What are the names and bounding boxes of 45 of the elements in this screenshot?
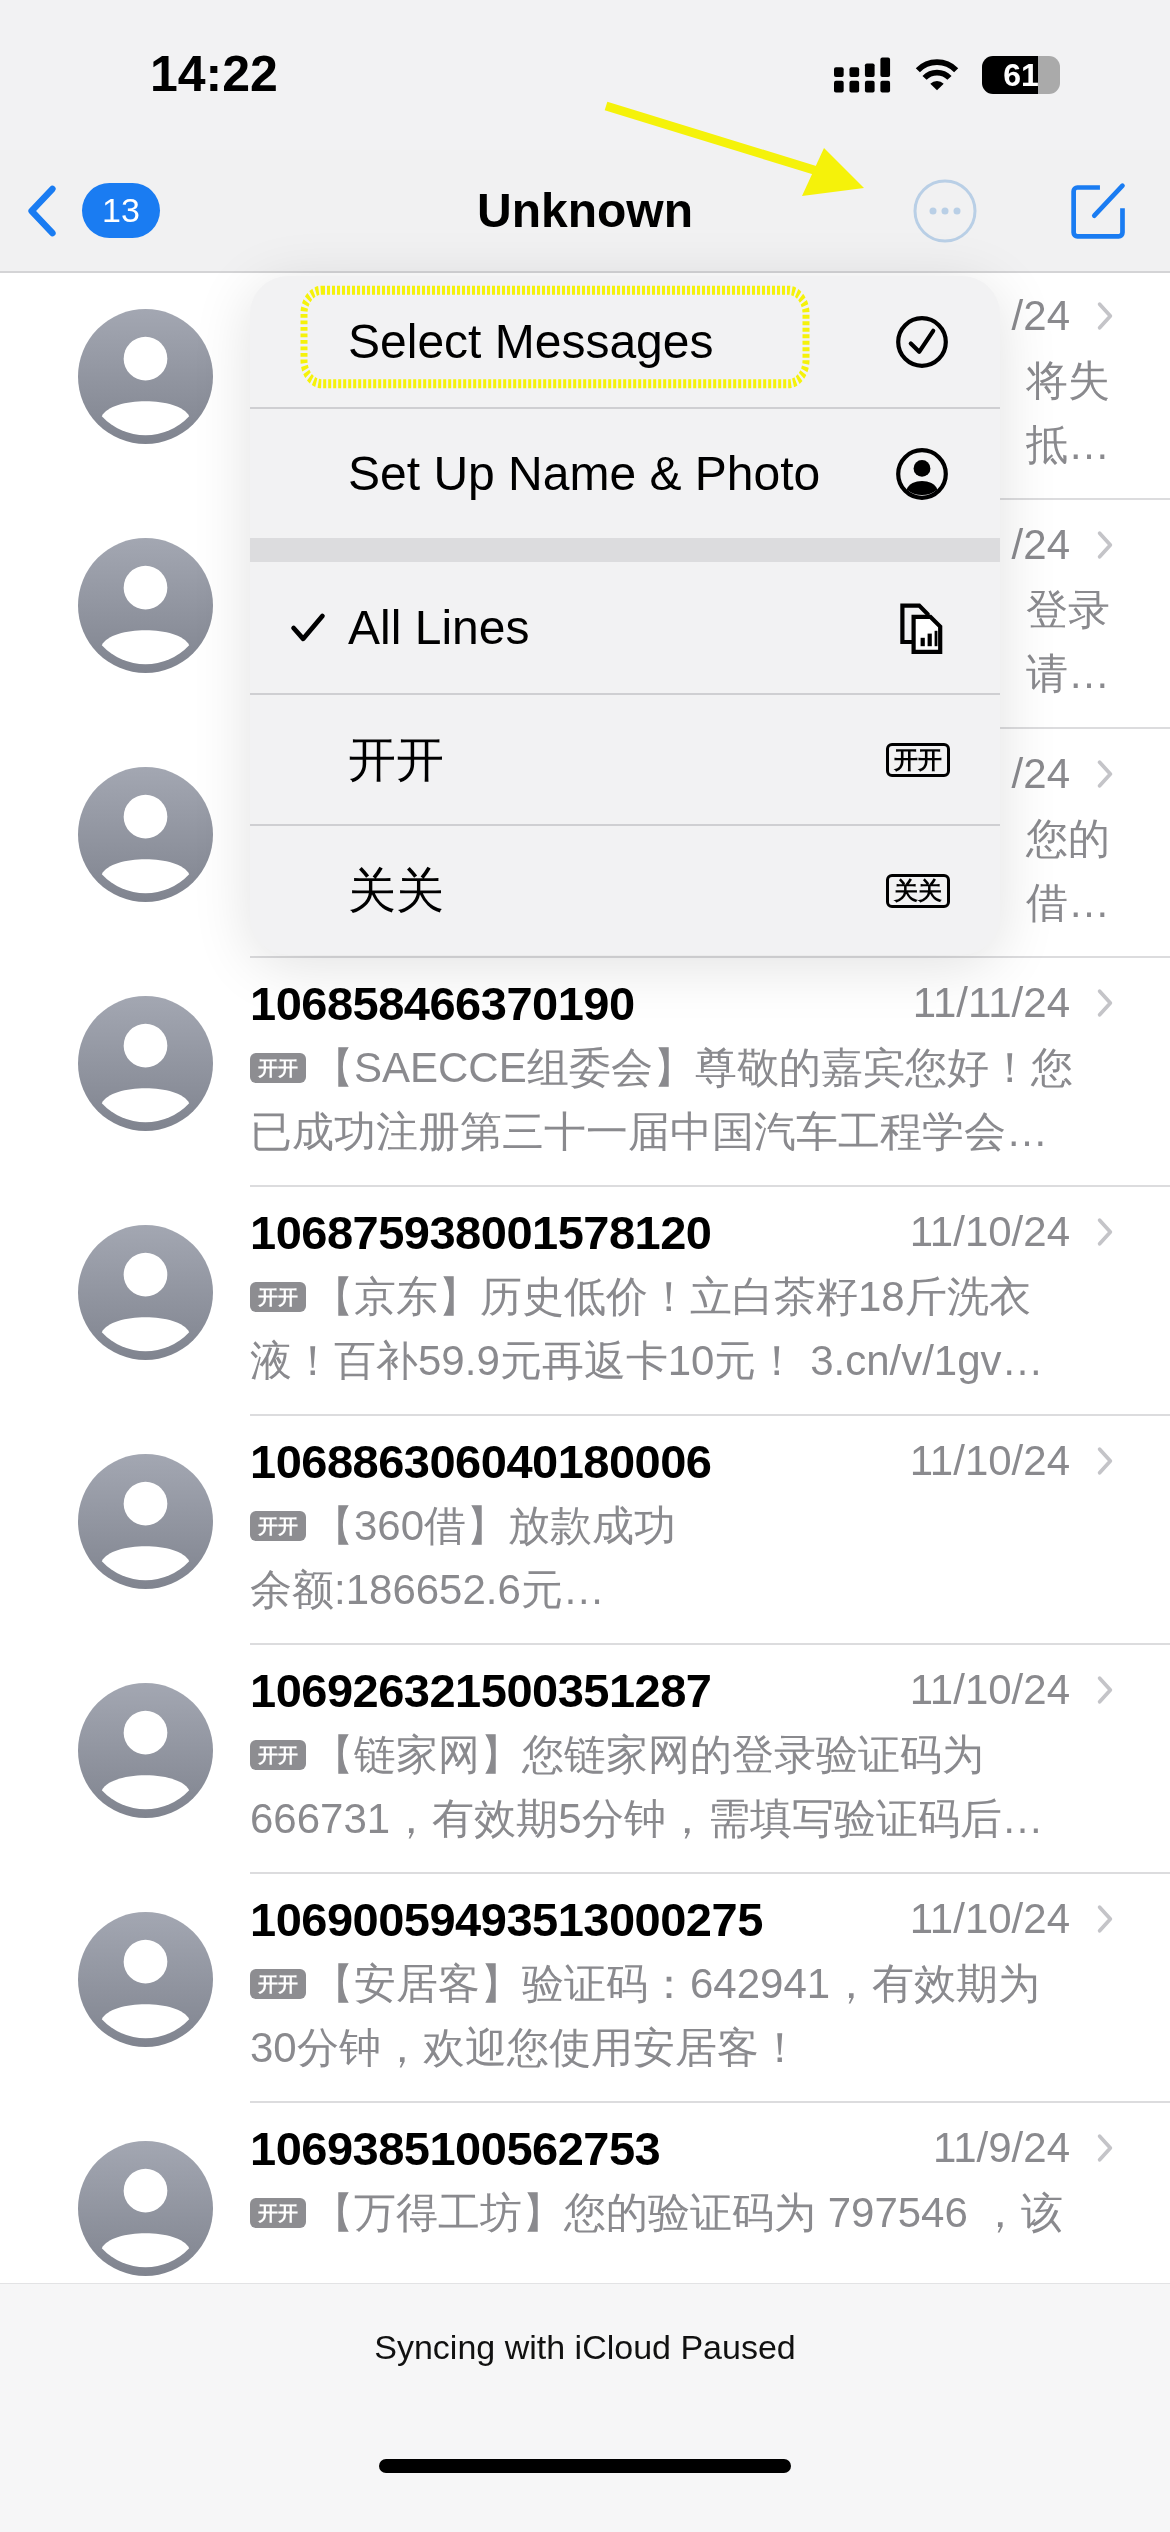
message-preview: 已成功注册第三十一届中国汽车工程学会… [250,1107,1048,1157]
line-tag: 开开 [250,1969,306,1999]
line-tag: 开开 [250,1053,306,1083]
line-tag: 开开 [250,1511,306,1541]
message-date: 11/10/24 [908,1208,1070,1256]
sender-number: 10690059493513000275 [250,1891,763,1947]
message-date: 11/11/24 [911,979,1070,1027]
message-preview: 【SAECCE组委会】尊敬的嘉宾您好！您 [312,1043,1073,1093]
line-tag: 关关 [886,873,950,908]
sender-number: 106926321500351287 [250,1662,712,1718]
message-preview: 【360借】放款成功 [312,1501,677,1551]
message-date: /24 [1010,750,1070,798]
line-tag: 开开 [250,1282,306,1312]
message-preview: 【安居客】验证码：642941，有效期为 [312,1959,1041,2009]
sync-status-text: Syncing with iCloud Paused [374,2328,796,2367]
unread-count-badge: 13 [82,183,160,238]
message-date: 11/10/24 [908,1666,1070,1714]
message-date: 11/10/24 [908,1895,1070,1943]
message-preview: 将失 [1026,356,1110,406]
message-preview: 请… [1026,649,1110,699]
message-preview: 您的 [1026,814,1110,864]
message-preview: 余额:186652.6元… [250,1565,605,1615]
message-date: /24 [1010,521,1070,569]
nav-title: Unknown [476,183,694,238]
clock-time: 14:22 [150,45,278,103]
sender-number: 1069385100562753 [250,2120,661,2176]
message-preview: 30分钟，欢迎您使用安居客！ [250,2023,801,2073]
message-preview: 【万得工坊】您的验证码为 797546 ，该 [312,2188,1064,2238]
line-tag: 开开 [250,1740,306,1770]
message-preview: 登录 [1026,585,1110,635]
battery-icon: 61 [982,56,1060,94]
message-preview: 【京东】历史低价！立白茶籽18斤洗衣 [312,1272,1031,1322]
sender-number: 106875938001578120 [250,1204,712,1260]
message-preview: 借… [1026,878,1110,928]
message-preview: 【链家网】您链家网的登录验证码为 [312,1730,984,1780]
message-preview: 液！百补59.9元再返卡10元！ 3.cn/v/1gv… [250,1336,1044,1386]
message-preview: 抵… [1026,420,1110,470]
message-preview: 666731，有效期5分钟，需填写验证码后… [250,1794,1044,1844]
message-date: 11/9/24 [932,2124,1070,2172]
sender-number: 106886306040180006 [250,1433,712,1489]
message-date: /24 [1010,292,1070,340]
sender-number: 106858466370190 [250,975,635,1031]
line-tag: 开开 [250,2198,306,2228]
line-tag: 开开 [886,742,950,777]
message-date: 11/10/24 [908,1437,1070,1485]
